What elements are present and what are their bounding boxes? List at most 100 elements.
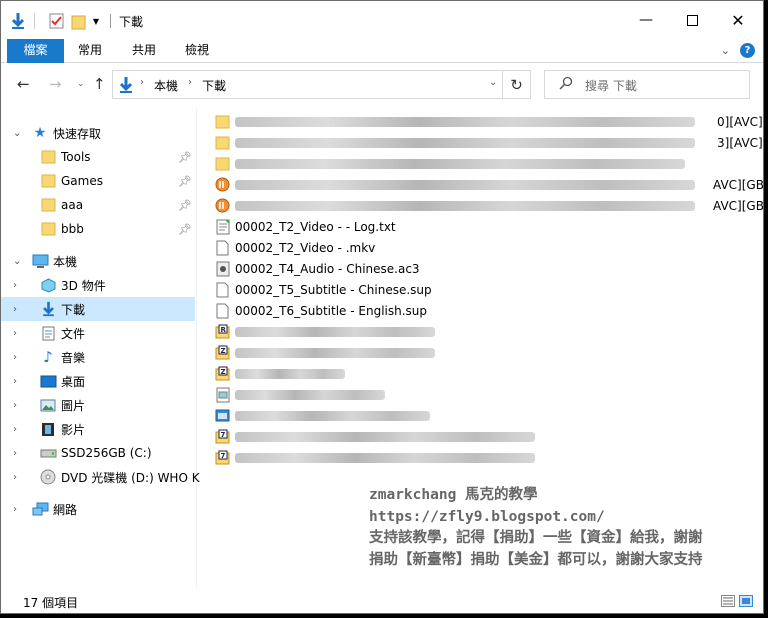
nav-pinned-tools[interactable]: Tools 📌︎ xyxy=(1,145,195,169)
back-arrow-icon[interactable]: ← xyxy=(17,75,30,93)
nav-dvd-drive-d[interactable]: › DVD 光碟機 (D:) WHO K xyxy=(1,465,200,489)
tab-home[interactable]: 常用 xyxy=(71,39,109,63)
nav-music[interactable]: › ♪ 音樂 xyxy=(1,345,195,369)
list-item[interactable] xyxy=(214,153,763,174)
collapsed-chevron-icon[interactable]: › xyxy=(13,400,17,411)
archive-icon: Z xyxy=(214,344,231,361)
list-item[interactable]: 3][AVC][GB xyxy=(214,132,763,153)
collapsed-chevron-icon[interactable]: › xyxy=(13,328,17,339)
media-player-icon xyxy=(214,197,231,214)
recent-locations-chevron-icon[interactable]: ⌄ xyxy=(77,79,85,89)
pin-icon[interactable]: 📌︎ xyxy=(178,175,192,188)
download-arrow-icon[interactable] xyxy=(9,11,27,31)
nav-desktop[interactable]: › 桌面 xyxy=(1,369,195,393)
nav-pinned-games[interactable]: Games 📌︎ xyxy=(1,169,195,193)
nav-3d-objects[interactable]: › 3D 物件 xyxy=(1,273,195,297)
list-item[interactable]: 00002_T5_Subtitle - Chinese.sup xyxy=(214,279,763,300)
filename-suffix: AVC][GB][1( xyxy=(713,177,764,192)
nav-documents[interactable]: › 文件 xyxy=(1,321,195,345)
nav-pinned-bbb[interactable]: bbb 📌︎ xyxy=(1,217,195,241)
title-bar: ▼ 下載 — ✕ xyxy=(1,1,763,39)
list-item[interactable]: 00002_T6_Subtitle - English.sup xyxy=(214,300,763,321)
breadcrumb-downloads[interactable]: 下載 xyxy=(202,77,226,94)
blank-file-icon xyxy=(214,239,231,256)
redacted-filename xyxy=(235,389,385,400)
watermark-line: zmarkchang 馬克的教學 xyxy=(369,487,538,503)
help-icon[interactable]: ? xyxy=(740,43,755,58)
forward-arrow-icon[interactable]: → xyxy=(49,75,62,93)
nav-pictures[interactable]: › 圖片 xyxy=(1,393,195,417)
list-item[interactable]: AVC][GB][1( xyxy=(214,174,764,195)
address-dropdown-chevron-icon[interactable]: ⌄ xyxy=(489,77,497,88)
customize-qat-chevron-icon[interactable]: ▼ xyxy=(90,11,102,31)
nav-quick-access[interactable]: ⌄ ★ 快速存取 xyxy=(1,121,195,145)
redacted-filename xyxy=(235,347,435,358)
status-bar: 17 個項目 xyxy=(1,589,763,613)
collapsed-chevron-icon[interactable]: › xyxy=(13,280,17,291)
nav-this-pc[interactable]: ⌄ 本機 xyxy=(1,249,195,273)
collapsed-chevron-icon[interactable]: › xyxy=(13,424,17,435)
search-input[interactable]: 搜尋 下載 xyxy=(544,70,750,99)
explorer-window: ▼ 下載 — ✕ 檔案 常用 共用 檢視 ⌄ ? ← → ⌄ ↑ › 本機 › xyxy=(0,0,764,614)
list-item[interactable]: 7 xyxy=(214,426,763,447)
new-folder-icon[interactable] xyxy=(69,11,87,31)
redacted-filename xyxy=(235,158,685,169)
list-item[interactable]: 00002_T2_Video - - Log.txt xyxy=(214,216,763,237)
maximize-button[interactable] xyxy=(669,1,715,39)
expanded-chevron-icon[interactable]: ⌄ xyxy=(13,256,21,267)
collapsed-chevron-icon[interactable]: › xyxy=(13,376,17,387)
list-item[interactable]: 7 xyxy=(214,447,763,468)
collapsed-chevron-icon[interactable]: › xyxy=(13,352,17,363)
pin-icon[interactable]: 📌︎ xyxy=(178,151,192,164)
redacted-filename xyxy=(235,431,535,442)
svg-text:7: 7 xyxy=(221,452,226,460)
collapsed-chevron-icon[interactable]: › xyxy=(13,448,17,459)
tab-file[interactable]: 檔案 xyxy=(7,39,64,63)
ribbon-tabs: 檔案 常用 共用 檢視 ⌄ ? xyxy=(1,39,763,63)
picture-icon xyxy=(39,396,57,414)
nav-pinned-aaa[interactable]: aaa 📌︎ xyxy=(1,193,195,217)
nav-downloads[interactable]: › 下載 xyxy=(1,297,195,321)
list-item[interactable]: Z xyxy=(214,342,763,363)
tab-view[interactable]: 檢視 xyxy=(178,39,216,63)
address-bar[interactable]: › 本機 › 下載 ⌄ ↻ xyxy=(112,70,531,99)
nav-videos[interactable]: › 影片 xyxy=(1,417,195,441)
archive-icon: Z xyxy=(214,365,231,382)
list-item[interactable]: Z xyxy=(214,363,763,384)
minimize-button[interactable]: — xyxy=(623,1,669,39)
watermark-line: 支持該教學，記得【捐助】一些【資金】給我，謝謝 xyxy=(369,530,703,546)
redacted-filename xyxy=(235,137,695,148)
nav-network[interactable]: › 網路 xyxy=(1,497,195,521)
redacted-filename xyxy=(235,179,695,190)
navigation-pane: ⌄ ★ 快速存取 Tools 📌︎ Games 📌︎ aaa 📌︎ bbb 📌︎… xyxy=(1,109,200,589)
collapsed-chevron-icon[interactable]: › xyxy=(13,504,17,515)
tab-share[interactable]: 共用 xyxy=(125,39,163,63)
list-item[interactable]: R xyxy=(214,321,763,342)
list-item[interactable]: 00002_T2_Video - .mkv xyxy=(214,237,763,258)
expanded-chevron-icon[interactable]: ⌄ xyxy=(13,128,21,139)
expand-ribbon-chevron-icon[interactable]: ⌄ xyxy=(721,44,730,57)
svg-text:R: R xyxy=(221,326,227,334)
list-item[interactable]: 00002_T4_Audio - Chinese.ac3 xyxy=(214,258,763,279)
disc-icon xyxy=(39,468,57,486)
list-item[interactable]: AVC][GB][1( xyxy=(214,195,763,216)
properties-icon[interactable] xyxy=(47,11,65,31)
nav-drive-c[interactable]: › SSD256GB (C:) xyxy=(1,441,195,465)
details-view-icon[interactable] xyxy=(721,595,735,610)
list-item[interactable] xyxy=(214,384,763,405)
filename-suffix: 0][AVC][GB xyxy=(717,114,763,129)
refresh-icon[interactable]: ↻ xyxy=(502,71,530,98)
breadcrumb-this-pc[interactable]: 本機 xyxy=(154,77,178,94)
download-folder-icon xyxy=(118,76,134,97)
collapsed-chevron-icon[interactable]: › xyxy=(13,472,17,483)
up-arrow-icon[interactable]: ↑ xyxy=(93,75,106,93)
application-icon xyxy=(214,407,231,424)
collapsed-chevron-icon[interactable]: › xyxy=(13,304,17,315)
close-button[interactable]: ✕ xyxy=(715,1,761,39)
list-item[interactable] xyxy=(214,405,763,426)
pin-icon[interactable]: 📌︎ xyxy=(178,223,192,236)
image-file-icon xyxy=(214,386,231,403)
list-item[interactable]: 0][AVC][GB xyxy=(214,111,763,132)
pin-icon[interactable]: 📌︎ xyxy=(178,199,192,212)
large-icons-view-icon[interactable] xyxy=(739,595,753,610)
